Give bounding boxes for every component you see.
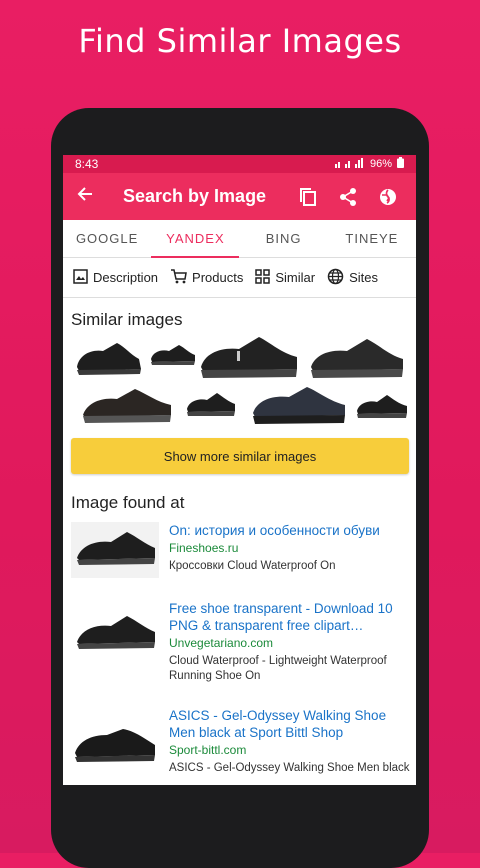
copy-icon[interactable] <box>288 177 328 217</box>
chip-sites[interactable]: Sites <box>327 268 378 288</box>
app-bar-title: Search by Image <box>123 186 267 206</box>
similar-image[interactable] <box>79 385 175 432</box>
chip-similar[interactable]: Similar <box>255 268 316 287</box>
result-description: Cloud Waterproof - Lightweight Waterproo… <box>169 655 387 682</box>
app-bar: Search by Image <box>63 173 416 220</box>
result-site: Sport-bittl.com <box>169 743 247 757</box>
grid-icon <box>255 268 271 287</box>
result-item[interactable]: On: история и особенности обуви Fineshoe… <box>71 522 411 586</box>
similar-image[interactable] <box>185 391 237 424</box>
globe-icon <box>327 268 344 288</box>
tab-google[interactable]: GOOGLE <box>63 220 151 257</box>
chip-similar-label: Similar <box>275 270 316 285</box>
similar-image[interactable] <box>197 333 302 386</box>
result-item[interactable]: Free shoe transparent - Download 10 PNG … <box>71 600 411 690</box>
tab-yandex[interactable]: YANDEX <box>151 220 239 257</box>
cart-icon <box>170 268 187 287</box>
back-arrow-icon[interactable] <box>71 185 99 208</box>
result-description: ASICS - Gel-Odyssey Walking Shoe Men bla… <box>169 762 410 774</box>
image-found-at-title: Image found at <box>71 493 185 512</box>
similar-images-grid <box>63 333 416 433</box>
status-icons: 96% <box>334 157 404 171</box>
app-screen: 8:43 96% Search by Image GOOGLE YANDEX B <box>63 155 416 785</box>
status-bar: 8:43 96% <box>63 155 416 173</box>
result-thumbnail[interactable] <box>71 717 159 773</box>
section-chips: Description Products Similar Sites <box>63 258 416 298</box>
result-title-link[interactable]: Free shoe transparent - Download 10 PNG … <box>169 600 411 634</box>
similar-image[interactable] <box>355 393 409 426</box>
image-icon <box>73 268 88 287</box>
result-item[interactable]: ASICS - Gel-Odyssey Walking Shoe Men bla… <box>71 707 411 785</box>
globe-icon[interactable] <box>368 177 408 217</box>
chip-description-label: Description <box>93 270 159 285</box>
active-tab-indicator <box>151 256 239 258</box>
chip-products-label: Products <box>192 270 244 285</box>
similar-image[interactable] <box>73 337 145 384</box>
status-time: 8:43 <box>75 157 99 171</box>
result-site: Fineshoes.ru <box>169 541 239 555</box>
promo-title: Find Similar Images <box>78 22 402 60</box>
engine-tabs: GOOGLE YANDEX BING TINEYE <box>63 220 416 258</box>
chip-description[interactable]: Description <box>73 268 159 287</box>
signal-icon <box>334 157 365 171</box>
chip-sites-label: Sites <box>349 270 378 285</box>
battery-icon <box>397 157 404 171</box>
battery-level: 96% <box>369 158 392 170</box>
share-icon[interactable] <box>328 177 368 217</box>
result-title-link[interactable]: On: история и особенности обуви <box>169 522 411 539</box>
similar-image[interactable] <box>249 383 349 432</box>
similar-images-title: Similar images <box>71 310 183 329</box>
result-title-link[interactable]: ASICS - Gel-Odyssey Walking Shoe Men bla… <box>169 707 411 741</box>
result-description: Кроссовки Cloud Waterproof On <box>169 560 336 572</box>
result-thumbnail[interactable] <box>71 606 159 662</box>
chip-products[interactable]: Products <box>170 268 244 287</box>
tab-tineye[interactable]: TINEYE <box>328 220 416 257</box>
result-site: Unvegetariano.com <box>169 636 274 650</box>
tab-bing[interactable]: BING <box>240 220 328 257</box>
similar-image[interactable] <box>149 343 197 372</box>
result-thumbnail[interactable] <box>71 522 159 578</box>
show-more-similar-button[interactable]: Show more similar images <box>71 438 409 474</box>
similar-image[interactable] <box>307 335 407 386</box>
